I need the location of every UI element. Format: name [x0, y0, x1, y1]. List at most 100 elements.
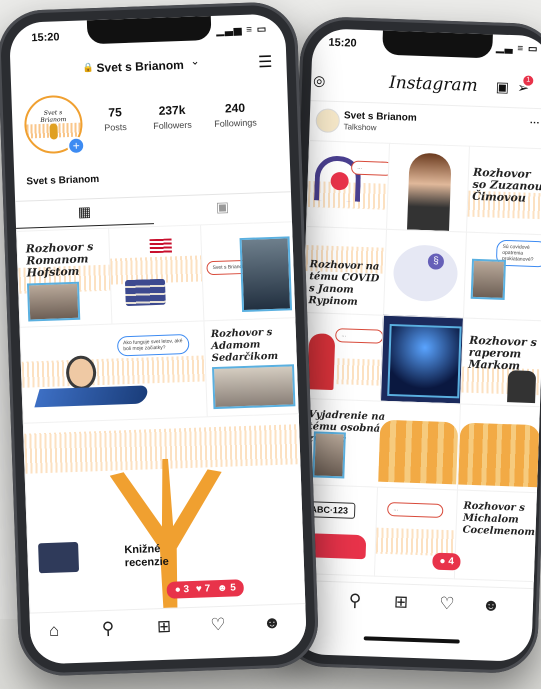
grid-post[interactable]: … — [306, 140, 392, 230]
search-icon[interactable]: ⚲ — [96, 619, 121, 640]
grid-post[interactable]: … — [300, 311, 386, 402]
grid-post[interactable]: Rozhovor na tému COVID s Janom Rypinom — [303, 225, 389, 316]
left-screen: 15:20 ▁▃▅ ≡ ▭ 🔒 Svet s Brianom ⌄ ☰ Svet … — [8, 13, 308, 665]
guest-photo — [312, 431, 346, 479]
right-bottom-nav: ⌂ ⚲ ⊞ ♡ ☻ — [292, 579, 534, 630]
grid-post[interactable]: Sú covidové opatrenia prokiatanové? — [462, 231, 541, 322]
avatar-text: Svet s Brianom — [40, 109, 67, 124]
post-header: Svet s Brianom Talkshow ··· — [309, 102, 541, 144]
right-screen: 15:20 ▁▃ ≡ ▭ ◎ Instagram ▣ ➢ 1 Svet s Br… — [291, 28, 541, 663]
comment-count: 3 — [183, 584, 190, 596]
grid-post[interactable]: Svet s Brianom — [200, 221, 298, 323]
stat-label: Followings — [214, 117, 257, 129]
author-avatar[interactable] — [315, 108, 341, 134]
comment-icon: ● — [174, 584, 182, 596]
post-subtitle: Talkshow — [343, 122, 377, 133]
profile-icon[interactable]: ☻ — [479, 595, 504, 616]
speech-bubble: … — [387, 501, 444, 518]
singer-silhouette — [307, 333, 336, 391]
left-post-grid: Rozhovor s Romanom Hofstom Svet s Briano… — [16, 221, 308, 615]
post-title: Rozhovor so Zuzanou Čimovou — [471, 165, 541, 205]
post-title: Rozhovor s Michalom Cocelmenom — [462, 500, 536, 539]
stat-label: Posts — [104, 121, 128, 133]
grid-icon: ▦ — [77, 203, 92, 220]
speech-bubble: Ako funguje svet letov, aké boli moje za… — [116, 333, 190, 357]
heart-icon[interactable]: ♡ — [435, 594, 460, 615]
desk-illustration — [392, 244, 459, 303]
stat-value: 75 — [108, 105, 122, 120]
grid-post[interactable] — [456, 403, 541, 494]
follow-icon: ☻ — [216, 582, 228, 595]
speech-bubble: … — [335, 328, 384, 344]
books-stack — [124, 278, 166, 307]
microphone-icon — [49, 123, 58, 140]
guest-photo — [212, 364, 296, 410]
woman-portrait — [407, 152, 452, 231]
stat-followings[interactable]: 240 Followings — [204, 100, 267, 129]
heart-icon[interactable]: ♡ — [206, 615, 231, 636]
grid-post[interactable]: Rozhovor s Michalom Cocelmenom — [453, 489, 539, 583]
camera-icon[interactable]: ◎ — [313, 72, 326, 89]
tagged-icon: ▣ — [215, 198, 230, 215]
stat-posts[interactable]: 75 Posts — [92, 105, 139, 134]
crowd-silhouettes — [378, 419, 459, 485]
menu-icon[interactable]: ☰ — [258, 52, 273, 72]
laptop-illustration — [38, 541, 80, 574]
grid-post[interactable]: Knižné recenzie — [22, 413, 308, 615]
activity-notification[interactable]: ● 4 — [432, 552, 462, 571]
status-icons: ▁▃ ≡ ▭ — [495, 42, 539, 55]
add-post-icon[interactable]: ⊞ — [152, 617, 177, 638]
lock-icon: 🔒 — [82, 62, 94, 73]
grid-post[interactable]: Rozhovor s raperom Markom — [459, 317, 541, 408]
comment-count: 4 — [448, 556, 455, 568]
left-bottom-nav: ⌂ ⚲ ⊞ ♡ ☻ — [29, 603, 307, 654]
stat-label: Followers — [153, 119, 192, 132]
chevron-down-icon[interactable]: ⌄ — [190, 54, 200, 67]
stat-value: 240 — [224, 100, 246, 116]
post-title: Rozhovor s Adamom Sedarčikom — [210, 327, 279, 365]
stat-followers[interactable]: 237k Followers — [144, 102, 201, 131]
airplane-illustration — [34, 385, 150, 408]
grid-post[interactable] — [386, 142, 471, 233]
post-title: Knižné recenzie — [124, 543, 170, 570]
add-post-icon[interactable]: ⊞ — [389, 592, 414, 613]
stage-photo — [387, 323, 462, 399]
profile-stats: 75 Posts 237k Followers 240 Followings — [92, 100, 283, 147]
speech-bubble: … — [350, 160, 392, 176]
tab-grid[interactable]: ▦ — [15, 197, 154, 229]
guest-photo — [26, 281, 81, 322]
post-title: Rozhovor na tému COVID s Janom Rypinom — [308, 259, 380, 308]
audio-wave — [21, 355, 207, 388]
grid-post[interactable] — [379, 314, 465, 405]
home-icon[interactable]: ⌂ — [42, 620, 67, 641]
add-story-button[interactable]: + — [66, 136, 86, 156]
notch — [382, 30, 493, 59]
right-phone: 15:20 ▁▃ ≡ ▭ ◎ Instagram ▣ ➢ 1 Svet s Br… — [278, 15, 541, 675]
grid-post[interactable]: Rozhovor s Adamom Sedarčikom — [203, 317, 301, 419]
follow-count: 5 — [230, 582, 237, 594]
grid-post[interactable]: Rozhovor s Romanom Hofstom — [16, 227, 114, 329]
post-title: Rozhovor s raperom Markom — [468, 333, 537, 373]
profile-icon[interactable]: ☻ — [260, 613, 285, 634]
like-icon: ♥ — [195, 583, 203, 595]
more-options-icon[interactable]: ··· — [530, 118, 540, 129]
grid-post[interactable]: Rozhovor so Zuzanou Čimovou — [465, 145, 541, 236]
crowd-silhouettes — [458, 422, 541, 488]
grid-post[interactable]: Ako funguje svet letov, aké boli moje za… — [19, 320, 209, 425]
grid-post[interactable] — [108, 224, 206, 326]
profile-username[interactable]: Svet s Brianom — [96, 58, 184, 75]
igtv-icon[interactable]: ▣ — [496, 79, 510, 96]
comment-icon: ● — [439, 555, 446, 568]
search-icon[interactable]: ⚲ — [343, 591, 368, 612]
grid-post[interactable]: Vyjadrenie na tému osobná značka — [297, 397, 462, 491]
guest-photo — [470, 258, 507, 300]
stat-value: 237k — [158, 102, 186, 118]
left-phone: 15:20 ▁▃▅ ≡ ▭ 🔒 Svet s Brianom ⌄ ☰ Svet … — [0, 0, 320, 678]
clock: 15:20 — [328, 36, 357, 50]
clock: 15:20 — [31, 31, 60, 45]
home-indicator — [363, 636, 460, 644]
grid-post[interactable]: § — [382, 228, 468, 319]
tab-tagged[interactable]: ▣ — [153, 192, 292, 223]
hat-figure — [507, 370, 537, 404]
activity-notification[interactable]: ● 3 ♥ 7 ☻ 5 — [166, 579, 245, 599]
